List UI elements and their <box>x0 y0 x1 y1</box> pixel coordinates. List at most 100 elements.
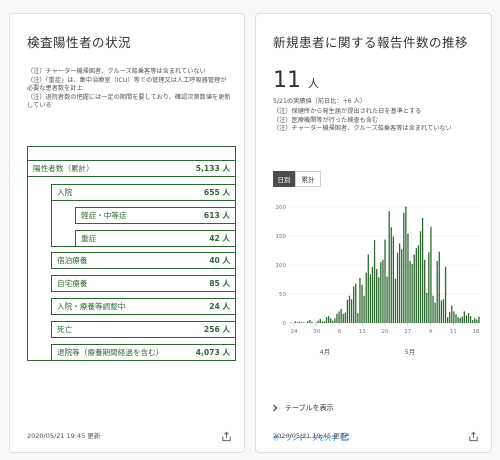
bar <box>398 243 401 323</box>
hotel-label: 宿泊療養 <box>57 256 88 265</box>
mild-value: 613 人 <box>203 211 230 220</box>
latest-count: 11 人 <box>273 68 319 93</box>
bar <box>327 316 330 323</box>
severe-label: 重症 <box>81 234 97 243</box>
bar <box>405 206 407 323</box>
bar <box>465 315 468 323</box>
bar <box>346 299 349 323</box>
bar <box>380 262 382 323</box>
bar <box>300 322 303 323</box>
bar <box>446 317 449 323</box>
x-tick-label: 30 <box>313 329 320 335</box>
toggle-daily[interactable]: 日別 <box>273 171 295 187</box>
bar <box>294 321 296 323</box>
positive-box: 陽性者数（累計） 5,133 人 <box>27 160 236 177</box>
month-label: 5月 <box>405 348 416 356</box>
bar <box>321 321 324 323</box>
hotel-value: 40 人 <box>209 256 230 265</box>
bar <box>378 277 380 323</box>
bar <box>455 314 457 323</box>
bar <box>371 266 374 323</box>
y-tick-label: 200 <box>276 205 287 211</box>
home-label: 自宅療養 <box>57 279 88 288</box>
adjusting-value: 24 人 <box>209 302 230 311</box>
hospitalized-label: 入院 <box>57 188 73 197</box>
note: （注）保健所から発生届が提出された日を基準とする <box>273 108 422 115</box>
bar <box>307 321 309 323</box>
note: （注）退院者数の把握には一定の期間を要しており、確認次第数値を更新している <box>27 93 231 110</box>
notes: （注）保健所から発生届が提出された日を基準とする （注）医療機関等が行った検査も… <box>273 108 483 134</box>
hospitalized-value: 655 人 <box>203 188 230 197</box>
chart-mode-toggle: 日別 累計 <box>273 171 321 187</box>
bar <box>369 274 372 323</box>
latest-date: 5/21の実績値（前日比：+6 人） <box>273 98 367 105</box>
share-icon[interactable] <box>221 431 232 442</box>
y-tick-label: 150 <box>276 234 287 240</box>
severe-value: 42 人 <box>209 234 230 243</box>
bar <box>390 227 392 323</box>
bar <box>388 211 390 323</box>
positive-status-card: 検査陽性者の状況 （注）チャーター機帰国者、クルーズ船乗客等は含まれていない （… <box>9 13 245 453</box>
bar <box>382 259 384 323</box>
adjusting-box: 入院・療養等調整中 24 人 <box>51 298 236 315</box>
bar <box>403 212 405 323</box>
hospitalized-box: 入院 655 人 <box>51 184 236 201</box>
status-tree: 陽性者数（累計） 5,133 人 入院 655 人 軽症・中等症 613 人 重… <box>27 146 241 374</box>
share-icon[interactable] <box>468 431 479 442</box>
card-title: 新規患者に関する報告件数の推移 <box>273 35 469 50</box>
bar <box>430 226 432 323</box>
bar <box>415 248 417 323</box>
x-tick-label: 6 <box>338 329 342 335</box>
toggle-cumulative[interactable]: 累計 <box>295 171 321 187</box>
month-label: 4月 <box>320 348 331 356</box>
bar <box>317 320 319 323</box>
y-tick-label: 0 <box>283 321 287 327</box>
bar <box>298 321 301 323</box>
bar <box>444 266 447 323</box>
bar <box>353 286 355 323</box>
bar <box>311 321 313 323</box>
bar <box>394 278 397 323</box>
bar <box>319 318 321 323</box>
bar <box>363 295 365 323</box>
severe-box: 重症 42 人 <box>75 230 236 247</box>
bar <box>417 245 420 323</box>
bar <box>472 320 474 323</box>
mild-box: 軽症・中等症 613 人 <box>75 207 236 224</box>
deaths-box: 死亡 256 人 <box>51 321 236 338</box>
bar <box>344 312 346 323</box>
update-timestamp: 2020/05/21 19:45 更新 <box>273 432 347 440</box>
bar <box>421 218 424 323</box>
bar <box>453 311 455 323</box>
discharged-label: 退院等（療養期間経過を含む） <box>57 348 164 357</box>
discharged-value: 4,073 人 <box>195 348 230 357</box>
bar <box>302 322 305 323</box>
bar <box>325 317 328 323</box>
card-title: 検査陽性者の状況 <box>27 35 132 50</box>
positive-label: 陽性者数（累計） <box>33 164 94 173</box>
bar <box>334 318 336 323</box>
bar <box>392 236 394 323</box>
x-tick-label: 13 <box>359 329 366 335</box>
bar <box>309 320 311 323</box>
bar <box>357 313 359 323</box>
show-table-label: テーブルを表示 <box>285 404 334 412</box>
bar <box>449 311 451 323</box>
latest-count-unit: 人 <box>308 77 319 90</box>
note: （注）医療機関等が行った検査も含む <box>273 116 379 124</box>
bar <box>459 317 461 323</box>
bar <box>365 272 367 323</box>
bar <box>359 277 361 323</box>
bar <box>384 239 386 323</box>
bar <box>350 299 353 323</box>
show-table-toggle[interactable]: テーブルを表示 <box>271 403 334 413</box>
latest-count-value: 11 <box>273 68 301 93</box>
x-tick-label: 24 <box>291 329 298 335</box>
adjusting-label: 入院・療養等調整中 <box>57 302 126 311</box>
bar <box>478 316 480 323</box>
deaths-label: 死亡 <box>57 325 73 334</box>
update-timestamp: 2020/05/21 19:45 更新 <box>27 432 101 440</box>
bar <box>407 233 409 323</box>
chevron-right-icon <box>273 404 278 412</box>
bar <box>323 321 326 323</box>
